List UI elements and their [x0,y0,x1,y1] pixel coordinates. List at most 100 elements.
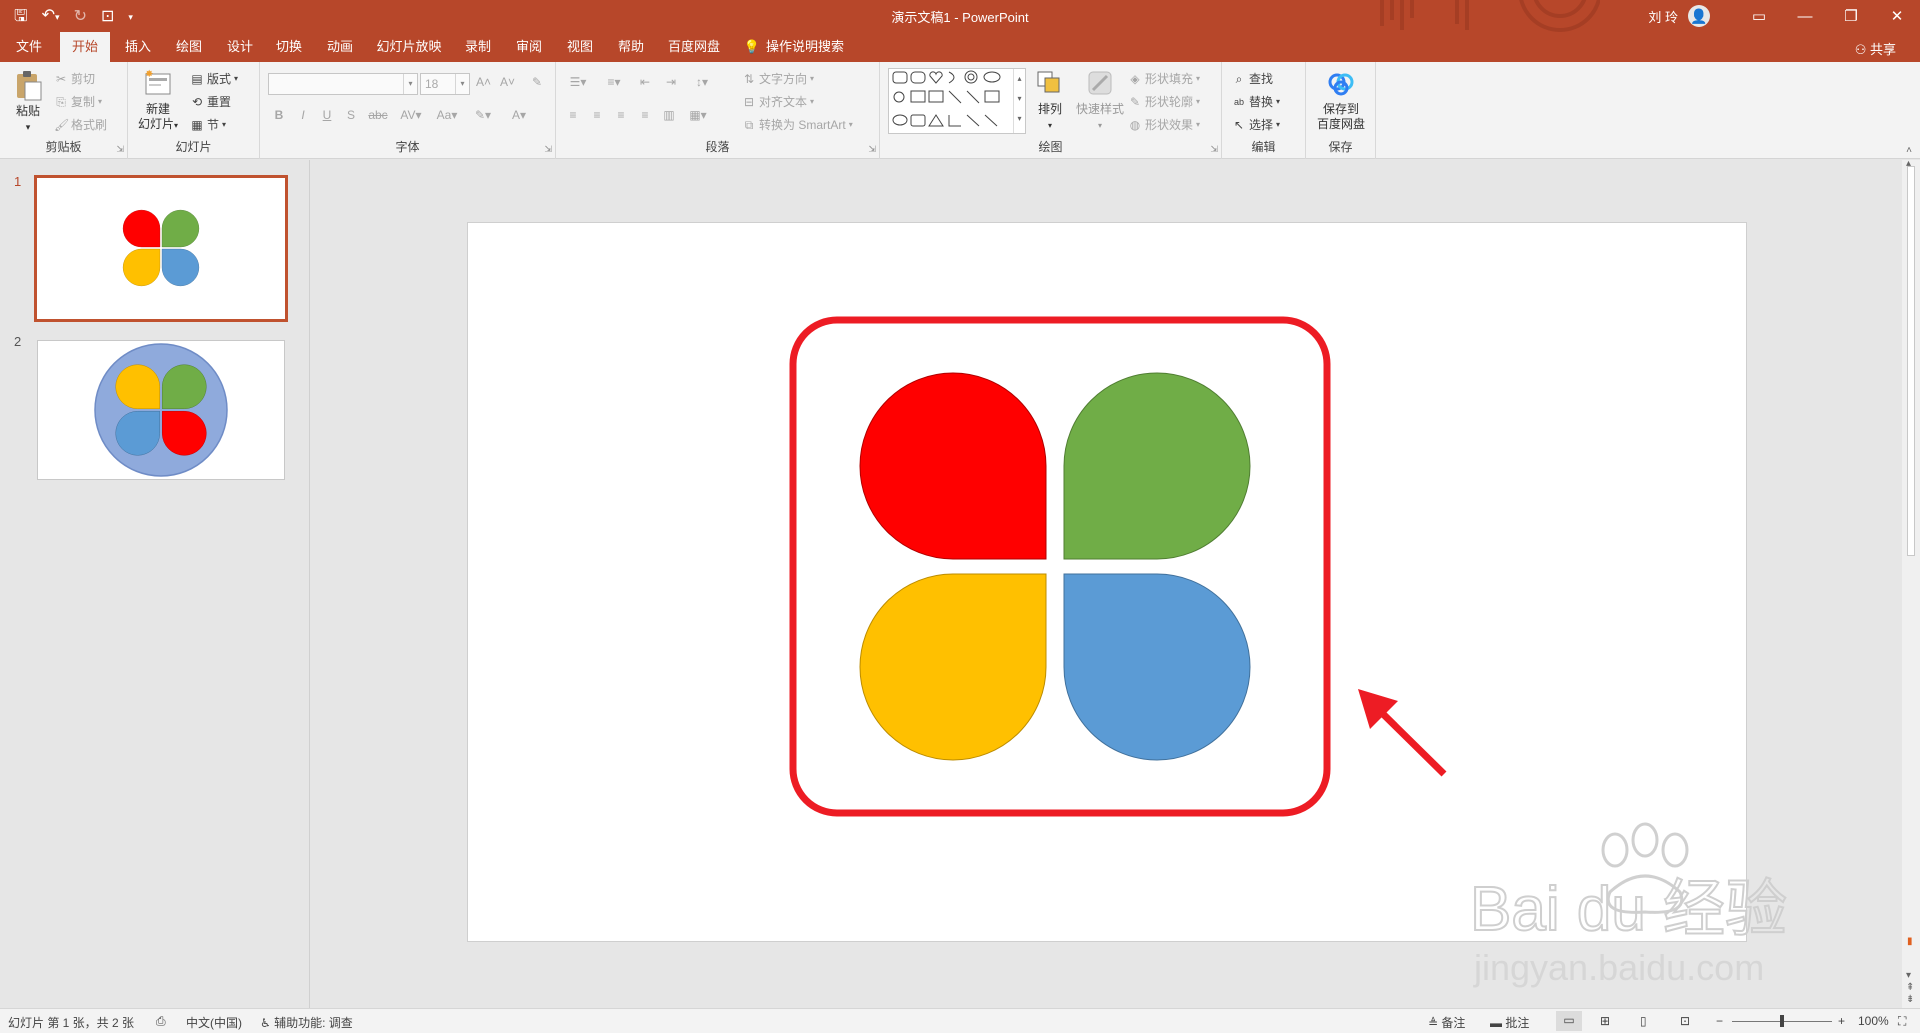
align-right-icon[interactable]: ≡ [614,108,628,122]
columns-icon[interactable]: ▦▾ [686,108,710,122]
reset-button[interactable]: ⟲ 重置 [190,93,231,110]
new-slide-button[interactable]: ✸ 新建 幻灯片▾ [134,68,182,133]
copy-button[interactable]: ⎘ 复制 ▾ [54,93,102,110]
format-painter-button[interactable]: 🖌 格式刷 [54,116,107,133]
zoom-out-button[interactable]: − [1716,1014,1723,1028]
tab-animations[interactable]: 动画 [315,32,365,62]
clipboard-launcher-icon[interactable]: ⇲ [116,144,124,155]
tab-home[interactable]: 开始 [60,32,110,62]
bold-icon[interactable]: B [272,108,286,122]
align-left-icon[interactable]: ≡ [566,108,580,122]
shapes-gallery[interactable]: ▴ ▾ ▾ [888,68,1026,134]
accessibility-status[interactable]: ♿ 辅助功能: 调查 [260,1014,353,1031]
shape-fill-button[interactable]: ◈ 形状填充 ▾ [1128,70,1200,87]
cut-button[interactable]: ✂ 剪切 [54,70,95,87]
decrease-font-button[interactable]: A˅ [500,75,515,89]
avatar[interactable]: 👤 [1688,5,1710,27]
layout-button[interactable]: ▤ 版式 ▾ [190,70,238,87]
red-petal[interactable] [859,372,1047,560]
decrease-indent-icon[interactable]: ⇤ [638,75,652,89]
minimize-button[interactable]: — [1782,8,1828,25]
slideshow-icon[interactable]: ⊡ [1680,1014,1690,1028]
quick-styles-button[interactable]: 快速样式 ▾ [1072,68,1128,133]
italic-icon[interactable]: I [296,108,310,122]
ribbon-display-options-button[interactable]: ▭ [1736,7,1782,25]
shape-outline-button[interactable]: ✎ 形状轮廓 ▾ [1128,93,1200,110]
tab-view[interactable]: 视图 [555,32,605,62]
change-case-icon[interactable]: Aa▾ [434,108,460,122]
tab-draw[interactable]: 绘图 [164,32,214,62]
reading-view-icon[interactable]: ▯ [1640,1014,1647,1028]
line-spacing-icon[interactable]: ↕▾ [690,75,714,89]
slide-sorter-icon[interactable]: ⊞ [1600,1014,1610,1028]
increase-indent-icon[interactable]: ⇥ [664,75,678,89]
shadow-icon[interactable]: S [344,108,358,122]
close-button[interactable]: ✕ [1874,7,1920,25]
yellow-petal[interactable] [859,573,1047,761]
user-name[interactable]: 刘 玲 [1648,7,1678,26]
replace-button[interactable]: ab 替换 ▾ [1232,93,1280,110]
arrange-button[interactable]: 排列 ▾ [1030,68,1070,133]
language-indicator[interactable]: 中文(中国) [186,1014,242,1031]
slide-thumbnail-2[interactable] [37,340,285,480]
next-slide-icon[interactable]: ⇟ [1906,994,1914,1005]
tab-help[interactable]: 帮助 [606,32,656,62]
tab-slideshow[interactable]: 幻灯片放映 [370,32,448,62]
section-button[interactable]: ▦ 节 ▾ [190,116,226,133]
previous-slide-icon[interactable]: ⇞ [1906,982,1914,993]
maximize-button[interactable]: ❐ [1828,7,1874,25]
zoom-slider-knob[interactable] [1780,1015,1784,1027]
tab-file[interactable]: 文件 [4,32,54,62]
normal-view-icon[interactable]: ▭ [1556,1011,1582,1031]
strikethrough-icon[interactable]: abc [368,108,388,122]
select-button[interactable]: ↖ 选择 ▾ [1232,116,1280,133]
font-launcher-icon[interactable]: ⇲ [544,144,552,155]
highlight-icon[interactable]: ✎▾ [470,108,496,122]
align-text-button[interactable]: ⊟ 对齐文本 ▾ [742,93,814,110]
gallery-scroll-icon[interactable]: ▴ ▾ ▾ [1013,69,1025,133]
character-spacing-icon[interactable]: AV▾ [398,108,424,122]
numbering-icon[interactable]: ≡▾ [602,75,626,89]
tab-review[interactable]: 审阅 [504,32,554,62]
find-button[interactable]: ⌕ 查找 [1232,70,1273,87]
vertical-scrollbar[interactable]: ▴ ▮ ▾ ⇞ ⇟ [1902,158,1920,1008]
font-size-combo[interactable]: 18 ▾ [420,73,470,95]
bullets-icon[interactable]: ☰▾ [566,75,590,89]
tab-record[interactable]: 录制 [453,32,503,62]
justify-icon[interactable]: ≡ [638,108,652,122]
collapse-ribbon-icon[interactable]: ˄ [1906,145,1912,156]
paste-button[interactable]: 粘贴 ▾ [8,70,48,135]
zoom-level[interactable]: 100% [1858,1014,1889,1028]
fit-to-window-icon[interactable]: ⛶ [1898,1014,1906,1029]
increase-font-button[interactable]: A˄ [476,75,491,89]
save-to-baidu-button[interactable]: 保存到 百度网盘 [1308,68,1374,132]
spelling-check-icon[interactable]: ⎙ [156,1014,166,1029]
tab-design[interactable]: 设计 [215,32,265,62]
scrollbar-thumb[interactable] [1907,166,1915,556]
text-direction-button[interactable]: ⇅ 文字方向 ▾ [742,70,814,87]
distributed-icon[interactable]: ▥ [662,108,676,122]
slide-thumbnail-1[interactable] [34,175,288,322]
green-petal[interactable] [1063,372,1251,560]
font-name-combo[interactable]: ▾ [268,73,418,95]
scroll-down-icon[interactable]: ▾ [1906,970,1911,981]
underline-icon[interactable]: U [320,108,334,122]
smartart-button[interactable]: ⧉ 转换为 SmartArt ▾ [742,116,853,133]
blue-petal[interactable] [1063,573,1251,761]
tab-transitions[interactable]: 切换 [264,32,314,62]
tell-me-search[interactable]: 操作说明搜索 [766,32,866,62]
shape-effects-button[interactable]: ◍ 形状效果 ▾ [1128,116,1200,133]
zoom-in-button[interactable]: + [1838,1014,1845,1028]
comments-button[interactable]: ▬ 批注 [1490,1014,1529,1031]
paragraph-launcher-icon[interactable]: ⇲ [868,144,876,155]
align-center-icon[interactable]: ≡ [590,108,604,122]
tab-baidu-netdisk[interactable]: 百度网盘 [660,32,728,62]
notes-button[interactable]: ≜ 备注 [1428,1014,1465,1031]
share-button[interactable]: ⚇ 共享 [1855,39,1896,58]
tab-insert[interactable]: 插入 [113,32,163,62]
font-color-icon[interactable]: A▾ [506,108,532,122]
drawing-launcher-icon[interactable]: ⇲ [1210,144,1218,155]
clear-formatting-button[interactable]: ✎ [530,75,544,89]
lightbulb-icon[interactable]: 💡 [740,32,764,62]
baidu-jingyan-watermark: Bai du 经验 jingyan.baidu.com [1469,822,1788,988]
